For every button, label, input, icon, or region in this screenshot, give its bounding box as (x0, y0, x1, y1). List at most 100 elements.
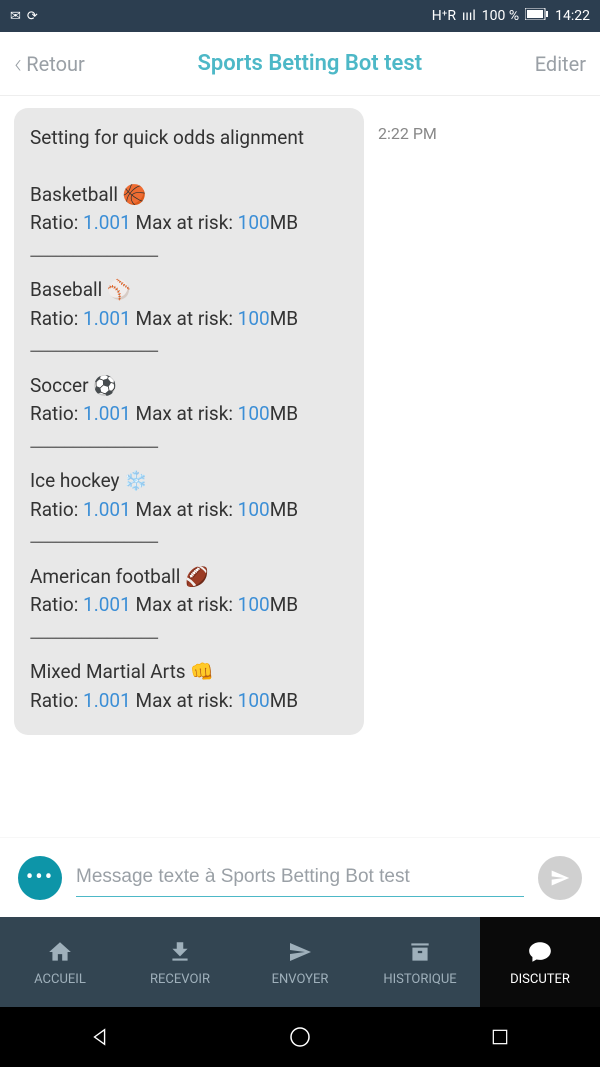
download-icon (167, 938, 193, 966)
send-icon (550, 868, 570, 888)
max-label: Max at risk: (136, 402, 233, 425)
ratio-label: Ratio: (30, 211, 78, 234)
unit-label: MB (270, 307, 298, 330)
nav-back-button[interactable] (80, 1017, 120, 1057)
sync-icon: ⟳ (27, 9, 38, 24)
square-recent-icon (490, 1027, 510, 1047)
ratio-value: 1.001 (83, 402, 131, 425)
unit-label: MB (270, 211, 298, 234)
more-options-button[interactable]: ••• (18, 856, 62, 900)
max-label: Max at risk: (136, 689, 233, 712)
sport-name: American football 🏈 (30, 563, 348, 592)
chat-area[interactable]: Setting for quick odds alignment Basketb… (0, 96, 600, 837)
chat-header: ‹ Retour Sports Betting Bot test Editer (0, 32, 600, 96)
tab-home[interactable]: ACCUEIL (0, 917, 120, 1007)
divider: ------------------------------ (30, 624, 348, 653)
sport-ratio-line: Ratio: 1.001 Max at risk: 100MB (30, 591, 348, 620)
tab-send[interactable]: ENVOYER (240, 917, 360, 1007)
sport-ratio-line: Ratio: 1.001 Max at risk: 100MB (30, 687, 348, 716)
sport-ratio-line: Ratio: 1.001 Max at risk: 100MB (30, 496, 348, 525)
message-title: Setting for quick odds alignment (30, 124, 348, 153)
ratio-value: 1.001 (83, 211, 131, 234)
ratio-value: 1.001 (83, 307, 131, 330)
sport-ratio-line: Ratio: 1.001 Max at risk: 100MB (30, 209, 348, 238)
signal-icon: ıııl (462, 8, 476, 24)
back-button[interactable]: ‹ Retour (14, 47, 85, 80)
tab-label: DISCUTER (510, 972, 570, 987)
nav-home-button[interactable] (280, 1017, 320, 1057)
ratio-label: Ratio: (30, 593, 78, 616)
sport-entry: American football 🏈 Ratio: 1.001 Max at … (30, 563, 348, 620)
ratio-value: 1.001 (83, 498, 131, 521)
circle-home-icon (288, 1025, 312, 1049)
divider: ------------------------------ (30, 528, 348, 557)
archive-icon (407, 938, 433, 966)
home-icon (47, 938, 73, 966)
max-label: Max at risk: (136, 211, 233, 234)
max-label: Max at risk: (136, 593, 233, 616)
message-bubble: Setting for quick odds alignment Basketb… (14, 108, 364, 735)
edit-button[interactable]: Editer (535, 52, 586, 76)
tab-history[interactable]: HISTORIQUE (360, 917, 480, 1007)
unit-label: MB (270, 593, 298, 616)
ratio-value: 1.001 (83, 593, 131, 616)
tab-label: RECEVOIR (150, 972, 210, 987)
tab-label: ENVOYER (272, 972, 329, 987)
sport-name: Baseball ⚾ (30, 276, 348, 305)
sport-entry: Ice hockey ❄️ Ratio: 1.001 Max at risk: … (30, 467, 348, 524)
mail-icon: ✉ (10, 9, 21, 24)
divider: ------------------------------ (30, 242, 348, 271)
ratio-value: 1.001 (83, 689, 131, 712)
ratio-label: Ratio: (30, 689, 78, 712)
tab-label: ACCUEIL (34, 972, 86, 987)
bottom-nav: ACCUEIL RECEVOIR ENVOYER HISTORIQUE DISC… (0, 917, 600, 1007)
sport-name: Basketball 🏀 (30, 181, 348, 210)
unit-label: MB (270, 689, 298, 712)
message-input[interactable] (76, 858, 524, 897)
sport-entry: Basketball 🏀 Ratio: 1.001 Max at risk: 1… (30, 181, 348, 238)
chat-icon (527, 938, 553, 966)
sport-name: Mixed Martial Arts 👊 (30, 658, 348, 687)
paper-plane-icon (288, 938, 312, 966)
page-title: Sports Betting Bot test (197, 51, 422, 76)
max-value: 100 (238, 593, 270, 616)
unit-label: MB (270, 498, 298, 521)
sport-name: Ice hockey ❄️ (30, 467, 348, 496)
max-value: 100 (238, 689, 270, 712)
tab-receive[interactable]: RECEVOIR (120, 917, 240, 1007)
dots-icon: ••• (26, 865, 54, 890)
sport-ratio-line: Ratio: 1.001 Max at risk: 100MB (30, 305, 348, 334)
network-indicator: H⁺R (432, 8, 456, 24)
triangle-back-icon (89, 1026, 111, 1048)
android-nav-bar (0, 1007, 600, 1067)
divider: ------------------------------ (30, 337, 348, 366)
battery-percent: 100 % (482, 8, 519, 24)
ratio-label: Ratio: (30, 307, 78, 330)
back-label: Retour (26, 52, 85, 76)
status-time: 14:22 (555, 8, 590, 24)
battery-icon (525, 8, 549, 24)
max-value: 100 (238, 498, 270, 521)
max-value: 100 (238, 211, 270, 234)
divider: ------------------------------ (30, 433, 348, 462)
sport-name: Soccer ⚽ (30, 372, 348, 401)
tab-label: HISTORIQUE (383, 972, 456, 987)
max-label: Max at risk: (136, 307, 233, 330)
status-bar: ✉ ⟳ H⁺R ıııl 100 % 14:22 (0, 0, 600, 32)
max-label: Max at risk: (136, 498, 233, 521)
max-value: 100 (238, 307, 270, 330)
nav-recent-button[interactable] (480, 1017, 520, 1057)
sport-entry: Mixed Martial Arts 👊 Ratio: 1.001 Max at… (30, 658, 348, 715)
sport-entry: Soccer ⚽ Ratio: 1.001 Max at risk: 100MB (30, 372, 348, 429)
max-value: 100 (238, 402, 270, 425)
sport-ratio-line: Ratio: 1.001 Max at risk: 100MB (30, 400, 348, 429)
unit-label: MB (270, 402, 298, 425)
send-button[interactable] (538, 856, 582, 900)
sport-entry: Baseball ⚾ Ratio: 1.001 Max at risk: 100… (30, 276, 348, 333)
chevron-left-icon: ‹ (14, 47, 22, 80)
message-timestamp: 2:22 PM (378, 108, 437, 143)
ratio-label: Ratio: (30, 498, 78, 521)
ratio-label: Ratio: (30, 402, 78, 425)
tab-chat[interactable]: DISCUTER (480, 917, 600, 1007)
compose-bar: ••• (0, 837, 600, 917)
